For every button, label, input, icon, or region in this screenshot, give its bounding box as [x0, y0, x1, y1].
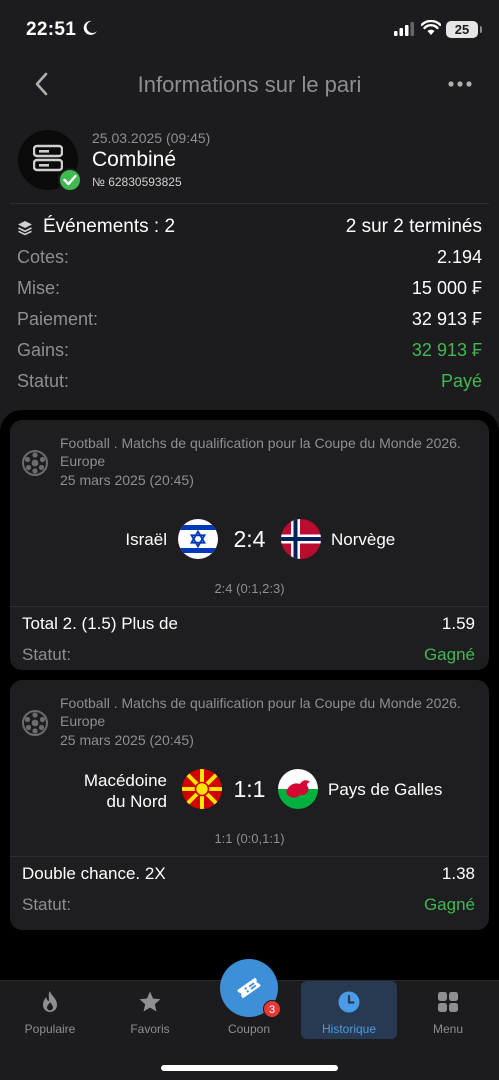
football-icon — [22, 450, 48, 476]
bet-type: Combiné — [92, 148, 177, 171]
more-options-icon[interactable] — [446, 74, 474, 94]
coupon-count-badge: 3 — [263, 1000, 281, 1018]
norway-flag-icon — [281, 519, 321, 559]
summary-value: 2.194 — [436, 247, 482, 267]
bet-odd: 1.38 — [441, 864, 475, 883]
summary-value: 15 000 ₣ — [411, 278, 482, 298]
fire-icon — [43, 991, 57, 1012]
summary-label: Cotes: — [17, 247, 70, 267]
page-title: Informations sur le pari — [137, 72, 362, 97]
summary-label: Paiement: — [17, 309, 99, 329]
summary-row-odds: Cotes: 2.194 — [17, 243, 482, 274]
moon-icon — [83, 20, 97, 35]
tab-favoris[interactable]: Favoris — [102, 981, 198, 1039]
grid-icon — [438, 992, 458, 1012]
status-value: Gagné — [423, 645, 475, 664]
tab-label: Favoris — [130, 1022, 170, 1036]
events-value: 2 sur 2 terminés — [345, 216, 482, 237]
bet-number: № 62830593825 — [92, 175, 182, 189]
nav-header: Informations sur le pari — [0, 60, 499, 110]
bet-pick: Double chance. 2X — [22, 864, 166, 883]
summary-row-stake: Mise: 15 000 ₣ — [17, 274, 482, 305]
summary-value: 32 913 ₣ — [411, 340, 482, 360]
summary-row-winnings: Gains: 32 913 ₣ — [17, 336, 482, 367]
match-date: 25 mars 2025 (20:45) — [60, 472, 194, 488]
event-card[interactable]: Football . Matchs de qualification pour … — [10, 680, 489, 930]
status-label: Statut: — [22, 645, 72, 664]
tab-label: Coupon — [227, 1022, 271, 1036]
tab-label: Historique — [321, 1022, 377, 1036]
summary-label: Statut: — [17, 371, 70, 391]
check-icon — [58, 168, 82, 192]
wales-flag-icon — [278, 769, 318, 809]
status-value: Payé — [440, 371, 482, 391]
football-icon — [22, 710, 48, 736]
events-label: Événements : 2 — [43, 216, 176, 237]
summary-value: 32 913 ₣ — [411, 309, 482, 329]
event-card[interactable]: Football . Matchs de qualification pour … — [10, 420, 489, 670]
tab-label: Populaire — [24, 1022, 76, 1036]
tab-menu[interactable]: Menu — [400, 981, 496, 1039]
status-label: Statut: — [22, 895, 72, 914]
layers-icon — [18, 221, 32, 236]
star-icon — [139, 991, 161, 1012]
bet-pick: Total 2. (1.5) Plus de — [22, 614, 178, 633]
events-list: Football . Matchs de qualification pour … — [0, 410, 499, 980]
summary-label: Mise: — [17, 278, 61, 298]
league-name: Football . Matchs de qualification pour … — [60, 435, 461, 469]
wifi-icon — [421, 20, 441, 35]
league-name: Football . Matchs de qualification pour … — [60, 695, 461, 729]
match-date: 25 mars 2025 (20:45) — [60, 732, 194, 748]
divider — [10, 856, 489, 857]
summary-row-status: Statut: Payé — [17, 367, 482, 398]
divider — [10, 203, 489, 204]
ticket-icon — [237, 977, 261, 999]
bet-date: 25.03.2025 (09:45) — [92, 130, 211, 146]
bet-header: 25.03.2025 (09:45) Combiné № 62830593825 — [0, 128, 499, 204]
tab-populaire[interactable]: Populaire — [2, 981, 98, 1039]
home-indicator — [161, 1065, 338, 1071]
score-detail: 1:1 (0:0,1:1) — [214, 831, 285, 846]
match-score: 2:4 — [233, 526, 266, 552]
status-time: 22:51 — [26, 19, 77, 40]
bet-summary: Événements : 2 2 sur 2 terminés Cotes: 2… — [17, 212, 482, 398]
status-bar: 22:51 25 — [0, 0, 499, 56]
cellular-signal-icon — [394, 22, 414, 36]
away-team: Norvège — [331, 530, 396, 549]
score-detail: 2:4 (0:1,2:3) — [214, 581, 285, 596]
divider — [10, 606, 489, 607]
summary-row-payout: Paiement: 32 913 ₣ — [17, 305, 482, 336]
battery-indicator: 25 — [446, 21, 482, 38]
away-team: Pays de Galles — [328, 780, 443, 799]
combo-bet-icon — [33, 144, 63, 172]
tab-historique[interactable]: Historique — [301, 981, 397, 1039]
clock-icon — [338, 991, 360, 1013]
summary-label: Gains: — [17, 340, 70, 360]
tab-label: Menu — [432, 1022, 464, 1036]
status-value: Gagné — [423, 895, 475, 914]
bet-odd: 1.59 — [441, 614, 475, 633]
summary-row-events: Événements : 2 2 sur 2 terminés — [17, 212, 482, 243]
